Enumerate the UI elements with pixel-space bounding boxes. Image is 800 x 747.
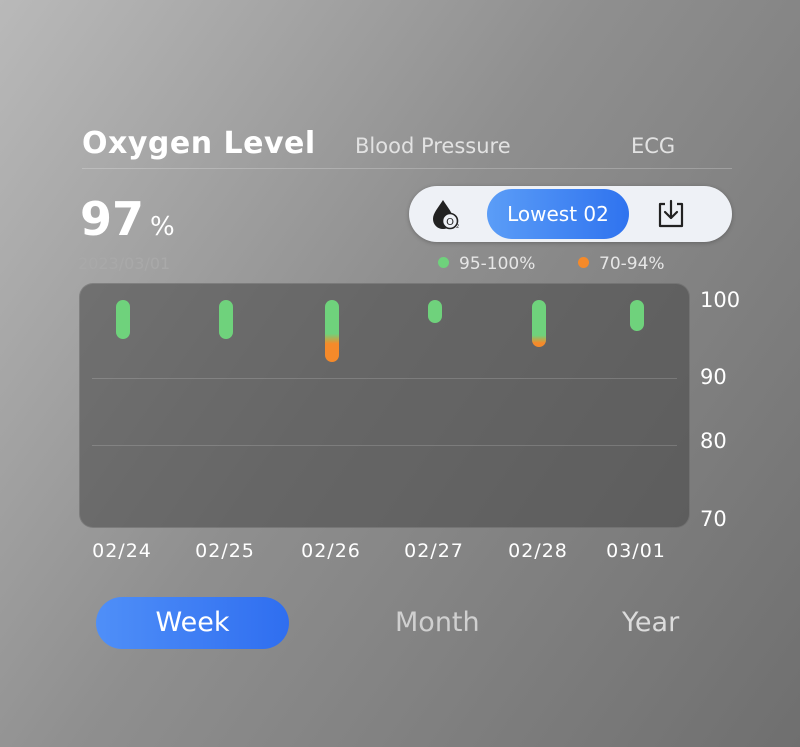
range-year-button[interactable]: Year (622, 597, 679, 649)
y-tick-80: 80 (700, 429, 727, 453)
y-tick-90: 90 (700, 365, 727, 389)
reading-date: 2023/03/01 (78, 254, 171, 273)
x-tick-0227: 02/27 (404, 540, 464, 562)
range-month-button[interactable]: Month (395, 597, 480, 649)
o2-range-bar-0227 (428, 300, 442, 324)
legend-item-low: 70-94% (578, 254, 665, 274)
x-tick-0225: 02/25 (195, 540, 255, 562)
oxygen-chart-plot (79, 283, 690, 528)
lowest-o2-button[interactable]: Lowest 02 (487, 189, 629, 239)
legend-label-normal: 95-100% (459, 254, 536, 274)
y-tick-70: 70 (700, 507, 727, 531)
reading-unit: % (150, 212, 175, 242)
download-icon[interactable] (655, 198, 687, 230)
tabs-divider (82, 168, 732, 169)
o2-range-bar-0225 (219, 300, 233, 339)
x-tick-0228: 02/28 (508, 540, 568, 562)
x-tick-0224: 02/24 (92, 540, 152, 562)
legend-item-normal: 95-100% (438, 254, 535, 274)
chart-controls: O 2 Lowest 02 (409, 186, 732, 242)
metric-tabs: Oxygen Level Blood Pressure ECG (82, 124, 732, 168)
tab-oxygen-level[interactable]: Oxygen Level (82, 126, 316, 161)
tab-blood-pressure[interactable]: Blood Pressure (355, 134, 511, 158)
svg-text:O: O (446, 217, 454, 228)
x-tick-0226: 02/26 (301, 540, 361, 562)
oxygen-drop-icon[interactable]: O 2 (428, 198, 462, 232)
y-tick-100: 100 (700, 288, 741, 312)
o2-range-bar-0301 (630, 300, 644, 332)
o2-range-bar-0228 (532, 300, 546, 347)
o2-range-bar-0224 (116, 300, 130, 339)
o2-range-bar-0226 (325, 300, 339, 363)
reading-value: 97 (80, 192, 145, 246)
legend-dot-normal (438, 257, 449, 268)
gridline-80 (92, 445, 677, 446)
legend-dot-low (578, 257, 589, 268)
tab-ecg[interactable]: ECG (631, 134, 675, 158)
current-reading: 97% (80, 192, 175, 246)
range-week-button[interactable]: Week (96, 597, 289, 649)
legend-label-low: 70-94% (599, 254, 665, 274)
svg-text:2: 2 (456, 224, 459, 230)
x-tick-0301: 03/01 (606, 540, 666, 562)
gridline-90 (92, 378, 677, 379)
